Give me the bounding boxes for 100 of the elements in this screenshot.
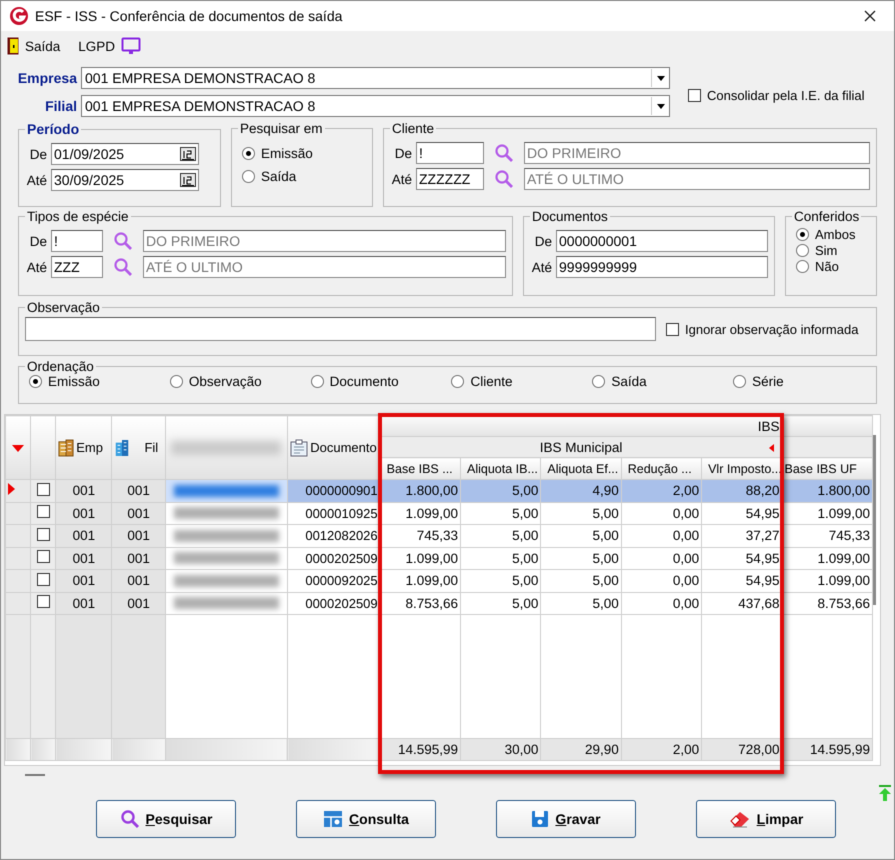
grid-row[interactable]: 001 001 0000092025 1.099,00 5,00 5,00 0,00 54,95 1.099,00 — [6, 570, 872, 592]
column-header[interactable]: Documento — [310, 440, 377, 455]
field-label: De — [394, 146, 412, 160]
radio-button[interactable] — [796, 244, 809, 257]
table-cell: 001 — [112, 524, 166, 547]
door-icon — [7, 37, 19, 55]
name-field: DO PRIMEIRO — [524, 142, 870, 164]
search-icon[interactable] — [113, 231, 133, 251]
table-cell: 1.099,00 — [380, 570, 461, 592]
checkbox[interactable] — [36, 572, 50, 586]
table-cell: 001 — [56, 592, 112, 614]
radio-label: Observação — [188, 374, 262, 389]
table-cell: 1.099,00 — [782, 502, 872, 524]
total-cell: 30,00 — [460, 738, 541, 760]
branch-dropdown[interactable]: 001 EMPRESA DEMONSTRACAO 8 — [81, 95, 670, 117]
checkbox-label: Ignorar observação informada — [685, 322, 858, 336]
company-dropdown[interactable]: 001 EMPRESA DEMONSTRACAO 8 — [81, 67, 670, 89]
radio-label: Não — [815, 259, 839, 274]
radio-button[interactable] — [592, 375, 606, 388]
table-cell: 745,33 — [380, 524, 461, 547]
search-icon[interactable] — [494, 143, 514, 163]
date-field[interactable]: 01/09/2025 — [51, 143, 199, 165]
total-cell: 29,90 — [540, 738, 622, 760]
table-cell: 5,00 — [460, 547, 541, 570]
current-row-icon — [8, 483, 15, 496]
lgpd-button[interactable]: LGPD — [78, 37, 142, 55]
scrollbar[interactable] — [873, 435, 876, 605]
radio-button[interactable] — [310, 375, 324, 388]
field-label: Até — [26, 172, 47, 188]
table-cell: 0,00 — [621, 502, 702, 524]
radio-button[interactable] — [242, 147, 255, 160]
grid-row[interactable]: 001 001 0000000901 1.800,00 5,00 4,90 2,00 88,20 1.800,00 — [6, 480, 872, 502]
table-cell: 0,00 — [621, 547, 702, 570]
radio-button[interactable] — [170, 375, 183, 388]
table-cell: 001 — [112, 547, 166, 570]
radio-button[interactable] — [29, 375, 42, 388]
table-cell: 8.753,66 — [380, 592, 461, 614]
table-cell: 0,00 — [621, 524, 702, 547]
search-icon[interactable] — [494, 169, 514, 189]
code-field[interactable]: ! — [416, 142, 484, 164]
table-cell: 5,00 — [460, 480, 541, 502]
table-cell: 0000000901 — [288, 480, 380, 502]
checkbox[interactable] — [36, 550, 50, 564]
date-field[interactable]: 30/09/2025 — [51, 169, 199, 191]
radio-button[interactable] — [242, 170, 255, 183]
column-group-header: IBS — [758, 418, 780, 434]
grid-row[interactable]: 001 001 0000202509 1.099,00 5,00 5,00 0,00 54,95 1.099,00 — [6, 547, 872, 570]
total-cell: 14.595,99 — [782, 738, 872, 760]
radio-label: Documento — [330, 374, 399, 389]
checkbox[interactable] — [36, 528, 50, 541]
column-header[interactable]: Fil — [144, 440, 158, 455]
observation-field[interactable] — [25, 317, 656, 341]
sort-down-icon[interactable] — [12, 445, 24, 452]
code-field[interactable]: ZZZZZZ — [416, 168, 484, 190]
grid-row[interactable]: 001 001 0000202509 8.753,66 5,00 5,00 0,00 437,68 8.753,66 — [6, 592, 872, 614]
clear-button[interactable]: Limpar — [696, 800, 836, 838]
grid-row[interactable]: 001 001 0000010925 1.099,00 5,00 5,00 0,00 54,95 1.099,00 — [6, 502, 872, 524]
calendar-icon[interactable] — [180, 147, 196, 161]
checkbox[interactable] — [666, 322, 679, 336]
total-cell: 2,00 — [621, 738, 702, 760]
calendar-icon[interactable] — [180, 173, 196, 187]
search-icon[interactable] — [113, 257, 133, 277]
column-header[interactable]: Emp — [76, 440, 103, 455]
radio-label: Saída — [261, 169, 296, 184]
table-cell: 5,00 — [540, 592, 622, 614]
checkbox[interactable] — [36, 505, 50, 518]
table-cell: 001 — [56, 547, 112, 570]
monitor-icon — [121, 37, 142, 55]
code-field[interactable]: ZZZ — [51, 256, 103, 278]
document-number-field[interactable]: 0000000001 — [556, 230, 768, 252]
exit-button[interactable]: Saída — [7, 37, 60, 55]
radio-label: Sim — [815, 243, 838, 258]
close-icon[interactable] — [864, 10, 876, 22]
document-number-field[interactable]: 9999999999 — [556, 256, 768, 278]
table-cell: 8.753,66 — [782, 592, 872, 614]
radio-button[interactable] — [796, 260, 809, 273]
code-field[interactable]: ! — [51, 230, 103, 252]
name-field: ATÉ O ULTIMO — [524, 168, 870, 190]
checkbox[interactable] — [36, 595, 50, 608]
field-label: De — [28, 234, 47, 248]
table-cell: 5,00 — [540, 547, 622, 570]
radio-button[interactable] — [451, 375, 464, 388]
search-button[interactable]: Pesquisar — [96, 800, 236, 838]
table-cell: 1.099,00 — [380, 502, 461, 524]
grid-row[interactable]: 001 001 0012082026 745,33 5,00 5,00 0,00 37,27 745,33 — [6, 524, 872, 547]
table-cell: 1.800,00 — [782, 480, 872, 502]
checkbox[interactable] — [688, 88, 701, 102]
radio-button[interactable] — [796, 228, 809, 241]
arrow-up-icon[interactable] — [878, 784, 892, 802]
save-button[interactable]: Gravar — [496, 800, 636, 838]
group-title: Pesquisar em — [239, 121, 324, 136]
name-field: DO PRIMEIRO — [143, 230, 506, 252]
checkbox[interactable] — [36, 482, 50, 496]
collapse-arrow-icon[interactable] — [768, 444, 774, 452]
table-cell: 001 — [56, 570, 112, 592]
query-button[interactable]: Consulta — [296, 800, 436, 838]
table-cell: 745,33 — [782, 524, 872, 547]
radio-button[interactable] — [733, 375, 746, 388]
search-icon — [120, 809, 140, 829]
table-cell: 001 — [112, 570, 166, 592]
